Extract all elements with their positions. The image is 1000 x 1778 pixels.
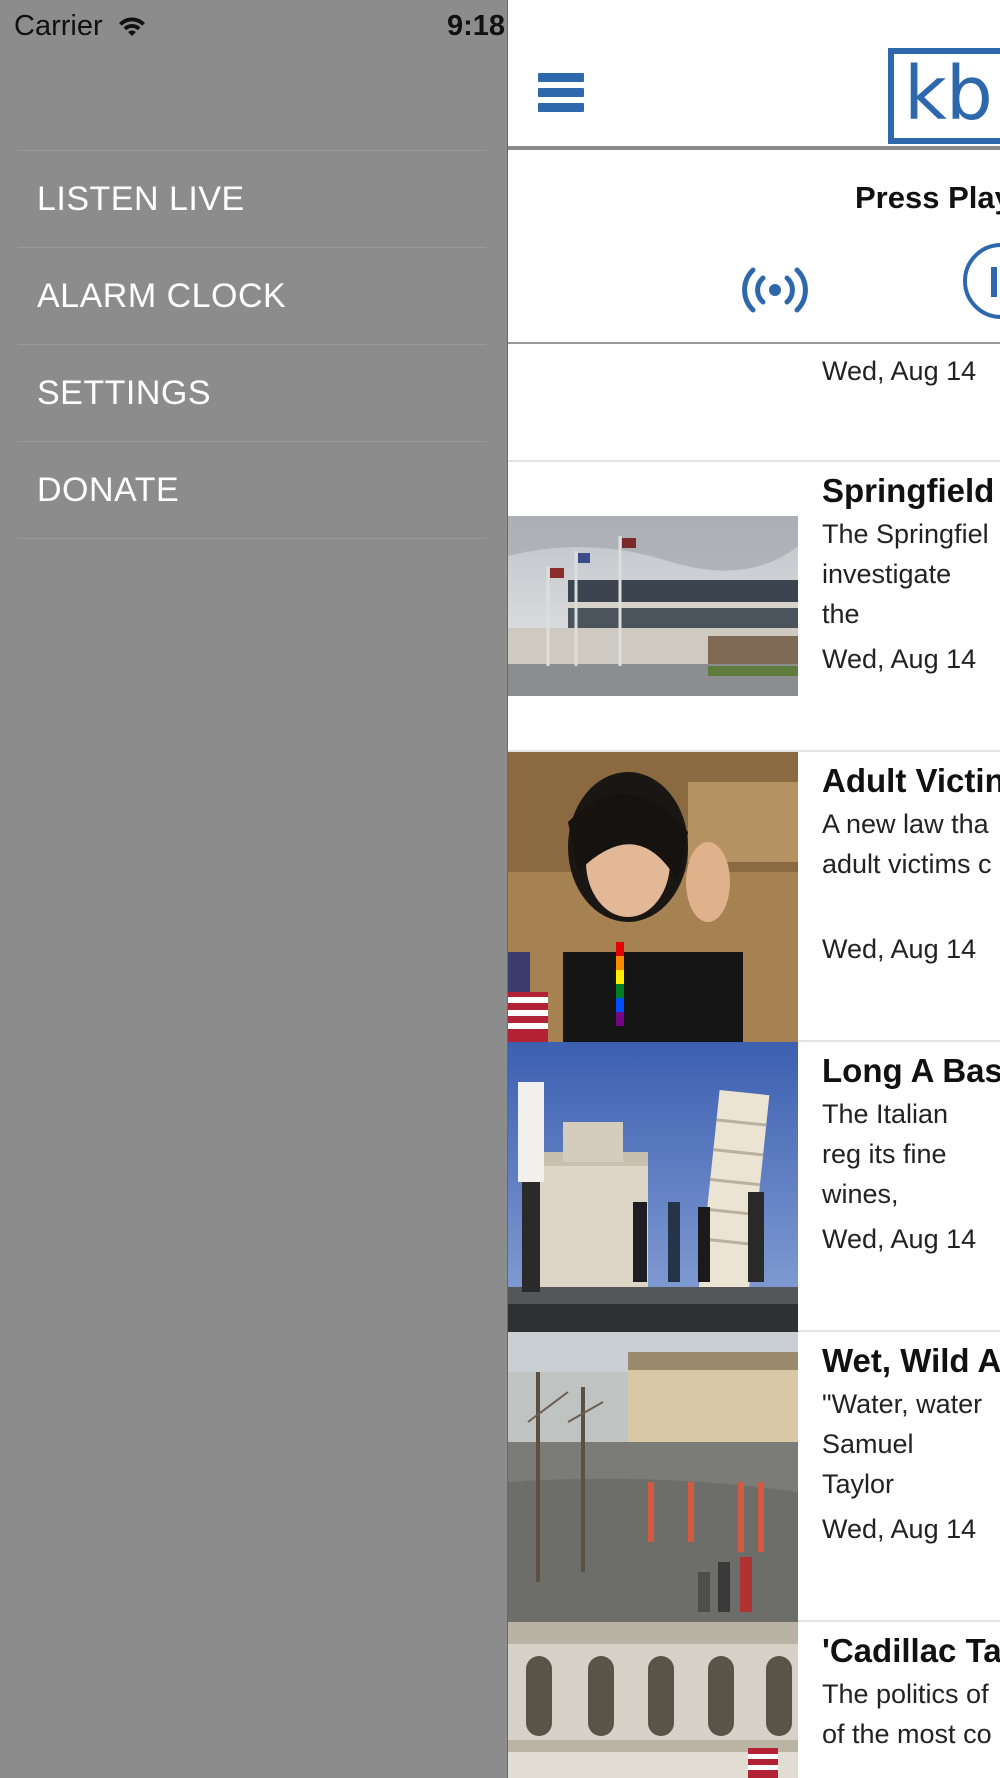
story-summary: The Springfiel investigate the [822, 519, 989, 629]
broadcast-icon[interactable] [742, 266, 808, 314]
drawer-item-label: LISTEN LIVE [37, 179, 245, 218]
story-title: Adult Victin [822, 762, 1000, 799]
story-item[interactable]: Wed, Aug 14 [508, 344, 1000, 462]
app-header: kb [508, 0, 1000, 150]
side-drawer: LISTEN LIVE ALARM CLOCK SETTINGS DONATE [0, 0, 507, 1778]
logo-text: kb [904, 51, 993, 137]
story-summary: "Water, water Samuel Taylor [822, 1389, 983, 1499]
story-thumbnail-pisa [508, 1042, 798, 1332]
story-summary: A new law tha adult victims c [822, 809, 992, 879]
story-date: Wed, Aug 14 [822, 1514, 977, 1544]
story-summary: The Italian reg its fine wines, [822, 1099, 949, 1209]
story-item[interactable]: Wet, Wild A "Water, water Samuel Taylor … [508, 1332, 1000, 1622]
drawer-item-donate[interactable]: DONATE [18, 442, 486, 539]
story-thumbnail-flood [508, 1332, 798, 1622]
story-title: 'Cadillac Ta [822, 1632, 1000, 1669]
story-summary: The politics of of the most co [822, 1679, 992, 1749]
drawer-item-alarm-clock[interactable]: ALARM CLOCK [18, 248, 486, 345]
drawer-item-label: DONATE [37, 470, 180, 509]
drawer-item-listen-live[interactable]: LISTEN LIVE [18, 151, 486, 248]
hamburger-icon[interactable] [538, 73, 584, 119]
live-player: Press Play [508, 150, 1000, 344]
story-date: Wed, Aug 14 [822, 1224, 977, 1254]
press-play-label: Press Play [855, 180, 1000, 215]
station-logo[interactable]: kb [888, 48, 1000, 144]
play-button[interactable] [963, 243, 1000, 319]
story-item[interactable]: 'Cadillac Ta The politics of of the most… [508, 1622, 1000, 1778]
story-title: Long A Bas [822, 1052, 1000, 1089]
story-thumbnail-police-department [508, 516, 798, 696]
play-icon [991, 267, 997, 297]
story-date: Wed, Aug 14 [822, 934, 977, 964]
drawer-menu: LISTEN LIVE ALARM CLOCK SETTINGS DONATE [18, 150, 486, 539]
drawer-item-settings[interactable]: SETTINGS [18, 345, 486, 442]
story-item[interactable]: Long A Bas The Italian reg its fine wine… [508, 1042, 1000, 1332]
story-thumbnail-legislator [508, 752, 798, 1042]
story-title: Wet, Wild A [822, 1342, 1000, 1379]
drawer-item-label: SETTINGS [37, 373, 212, 412]
story-title: Springfield [822, 472, 995, 509]
drawer-item-label: ALARM CLOCK [37, 276, 287, 315]
story-item[interactable]: Adult Victin A new law tha adult victims… [508, 752, 1000, 1042]
main-panel[interactable]: kb Press Play Wed, Aug 14 Springfield Th… [507, 0, 1000, 1778]
story-item[interactable]: Springfield The Springfiel investigate t… [508, 462, 1000, 752]
story-date: Wed, Aug 14 [822, 356, 977, 386]
story-thumbnail-capitol [508, 1622, 798, 1778]
story-date: Wed, Aug 14 [822, 644, 977, 674]
